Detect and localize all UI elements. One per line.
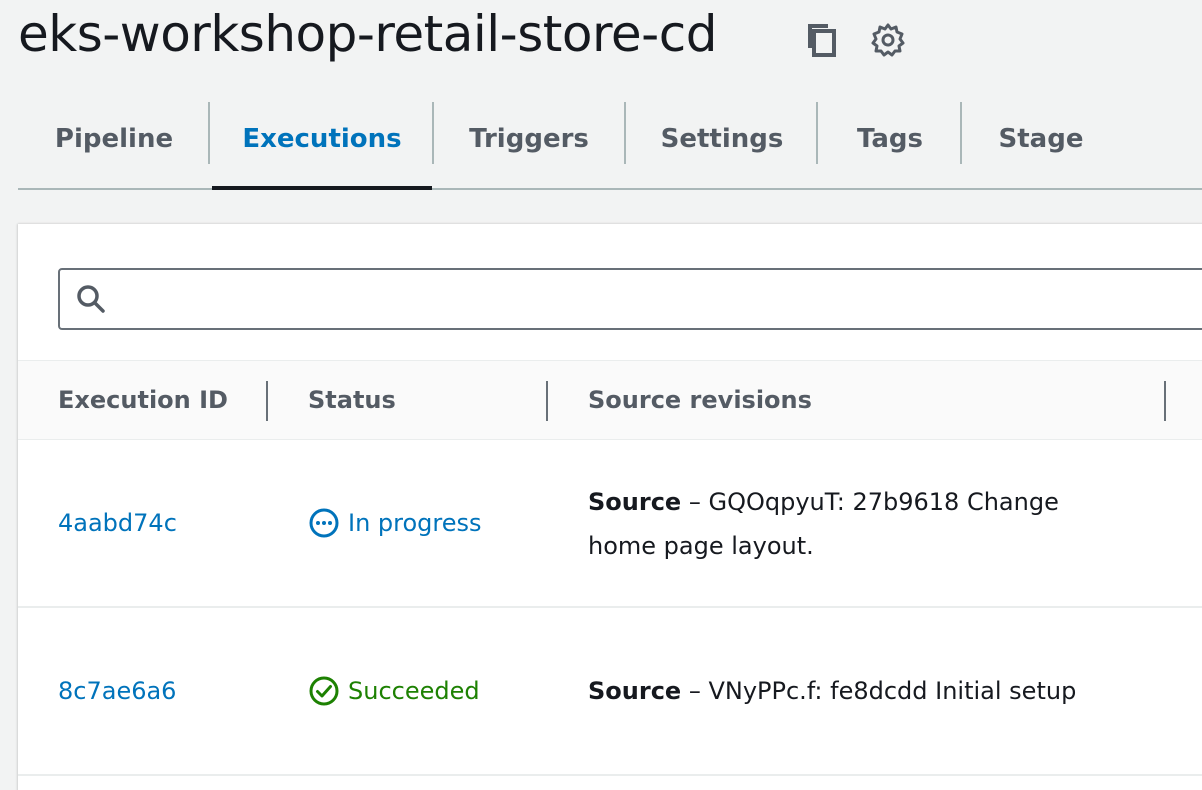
active-tab-indicator <box>212 186 432 190</box>
tab-triggers[interactable]: Triggers <box>436 90 622 188</box>
execution-id-link[interactable]: 4aabd74c <box>58 440 177 606</box>
page-title: eks-workshop-retail-store-cd <box>18 5 717 63</box>
tab-tags[interactable]: Tags <box>820 90 960 188</box>
column-header-execution-id[interactable]: Execution ID <box>58 361 228 439</box>
column-label: Execution ID <box>58 386 228 414</box>
column-label: Status <box>308 386 396 414</box>
tab-executions[interactable]: Executions <box>212 90 432 188</box>
copy-icon[interactable] <box>802 20 838 60</box>
search-icon <box>77 285 105 313</box>
search-box <box>58 268 1202 330</box>
page-header: eks-workshop-retail-store-cd <box>18 2 717 66</box>
source-revision-detail: VNyPPc.f: fe8dcdd Initial setup <box>708 677 1077 705</box>
table-row: 4aabd74c In progress Source – GQOqpyuT: … <box>18 440 1202 608</box>
column-header-source-revisions[interactable]: Source revisions <box>588 361 812 439</box>
tab-label: Pipeline <box>54 124 174 154</box>
success-check-icon <box>309 676 339 706</box>
source-separator: – <box>681 677 709 705</box>
tab-divider <box>432 102 434 164</box>
tab-divider <box>624 102 626 164</box>
tab-label: Stage <box>998 124 1084 154</box>
tab-divider <box>208 102 210 164</box>
tab-divider <box>816 102 818 164</box>
column-resizer[interactable] <box>546 381 548 421</box>
tab-divider <box>960 102 962 164</box>
column-resizer[interactable] <box>1164 381 1166 421</box>
status-text: Succeeded <box>348 677 480 705</box>
search-input[interactable] <box>108 270 1202 328</box>
table-row: 8c7ae6a6 Succeeded Source – VNyPPc.f: fe… <box>18 608 1202 776</box>
source-separator: – <box>681 488 709 516</box>
settings-gear-icon[interactable] <box>870 22 906 58</box>
pipeline-page: eks-workshop-retail-store-cd Pipeline Ex… <box>0 0 1202 790</box>
execution-id-link[interactable]: 8c7ae6a6 <box>58 608 176 774</box>
tab-label: Settings <box>660 124 784 154</box>
tab-bar: Pipeline Executions Triggers Settings Ta… <box>18 90 1202 190</box>
column-label: Source revisions <box>588 386 812 414</box>
status-cell: In progress <box>308 440 482 606</box>
status-text: In progress <box>348 509 482 537</box>
executions-panel: Execution ID Status Source revisions 4aa… <box>18 224 1202 790</box>
tab-label: Tags <box>856 124 923 154</box>
tab-label: Executions <box>242 124 402 154</box>
source-name: Source <box>588 677 682 705</box>
status-cell: Succeeded <box>308 608 480 774</box>
source-name: Source <box>588 488 682 516</box>
tab-label: Triggers <box>469 124 589 154</box>
source-revision-cell: Source – GQOqpyuT: 27b9618 Change home p… <box>588 480 1108 568</box>
column-resizer[interactable] <box>266 381 268 421</box>
source-revision-text: Source – GQOqpyuT: 27b9618 Change home p… <box>588 480 1108 568</box>
tab-pipeline[interactable]: Pipeline <box>36 90 192 188</box>
source-revision-cell: Source – VNyPPc.f: fe8dcdd Initial setup <box>588 608 1076 774</box>
in-progress-icon <box>309 508 339 538</box>
tab-settings[interactable]: Settings <box>628 90 816 188</box>
table-header: Execution ID Status Source revisions <box>18 360 1202 440</box>
source-revision-text: Source – VNyPPc.f: fe8dcdd Initial setup <box>588 669 1076 713</box>
column-header-status[interactable]: Status <box>308 361 396 439</box>
tab-stage[interactable]: Stage <box>964 90 1118 188</box>
